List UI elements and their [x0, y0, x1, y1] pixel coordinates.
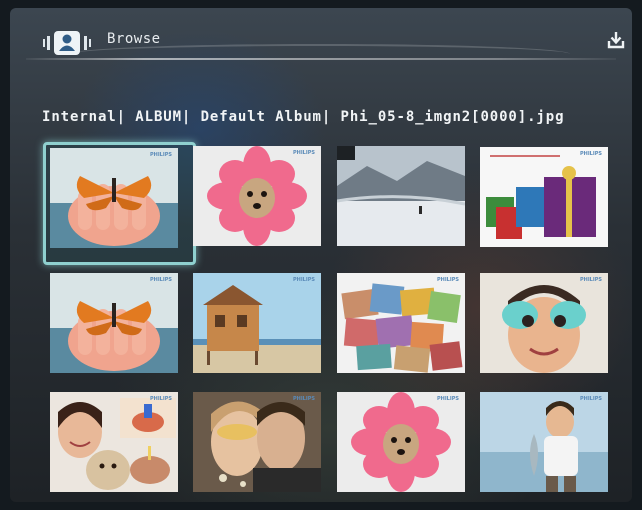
thumbnail-couple-masquerade[interactable]: PHILIPS: [193, 392, 321, 492]
thumbnail-boy-with-fish[interactable]: PHILIPS: [480, 392, 608, 492]
thumbnail-dog-in-flower[interactable]: PHILIPS: [337, 392, 465, 492]
thumbnail-gift-boxes[interactable]: PHILIPS: [480, 147, 608, 247]
thumbnail-snowy-mountain[interactable]: [337, 146, 465, 246]
brand-label: PHILIPS: [149, 152, 172, 158]
brand-label: PHILIPS: [149, 277, 172, 283]
brand-label: PHILIPS: [292, 150, 315, 156]
brand-label: PHILIPS: [292, 396, 315, 402]
brand-label: PHILIPS: [292, 277, 315, 283]
thumbnail-butterfly-on-hand[interactable]: PHILIPS: [50, 273, 178, 373]
brand-label: PHILIPS: [579, 151, 602, 157]
thumbnail-woman-with-dog-and-cake[interactable]: PHILIPS: [50, 392, 178, 492]
browse-icon[interactable]: [40, 30, 98, 56]
thumbnail-butterfly-on-hand[interactable]: PHILIPS: [50, 148, 178, 248]
header-bar: Browse: [10, 8, 632, 70]
breadcrumb: Internal| ALBUM| Default Album| Phi_05-8…: [42, 109, 565, 125]
brand-label: PHILIPS: [436, 277, 459, 283]
brand-label: PHILIPS: [579, 277, 602, 283]
header-decoration: [70, 44, 570, 64]
thumbnail-photo-collage[interactable]: PHILIPS: [337, 273, 465, 373]
brand-label: PHILIPS: [436, 396, 459, 402]
export-icon[interactable]: [606, 30, 626, 50]
brand-label: PHILIPS: [149, 396, 172, 402]
page-title: Browse: [107, 31, 161, 47]
thumbnail-wooden-house-beach[interactable]: PHILIPS: [193, 273, 321, 373]
photo-frame-screen: Browse Internal| ALBUM| Default Album| P…: [10, 8, 632, 502]
header-divider: [26, 58, 616, 60]
thumbnail-child-with-hands[interactable]: PHILIPS: [480, 273, 608, 373]
brand-label: PHILIPS: [579, 396, 602, 402]
thumbnail-dog-in-flower[interactable]: PHILIPS: [193, 146, 321, 246]
